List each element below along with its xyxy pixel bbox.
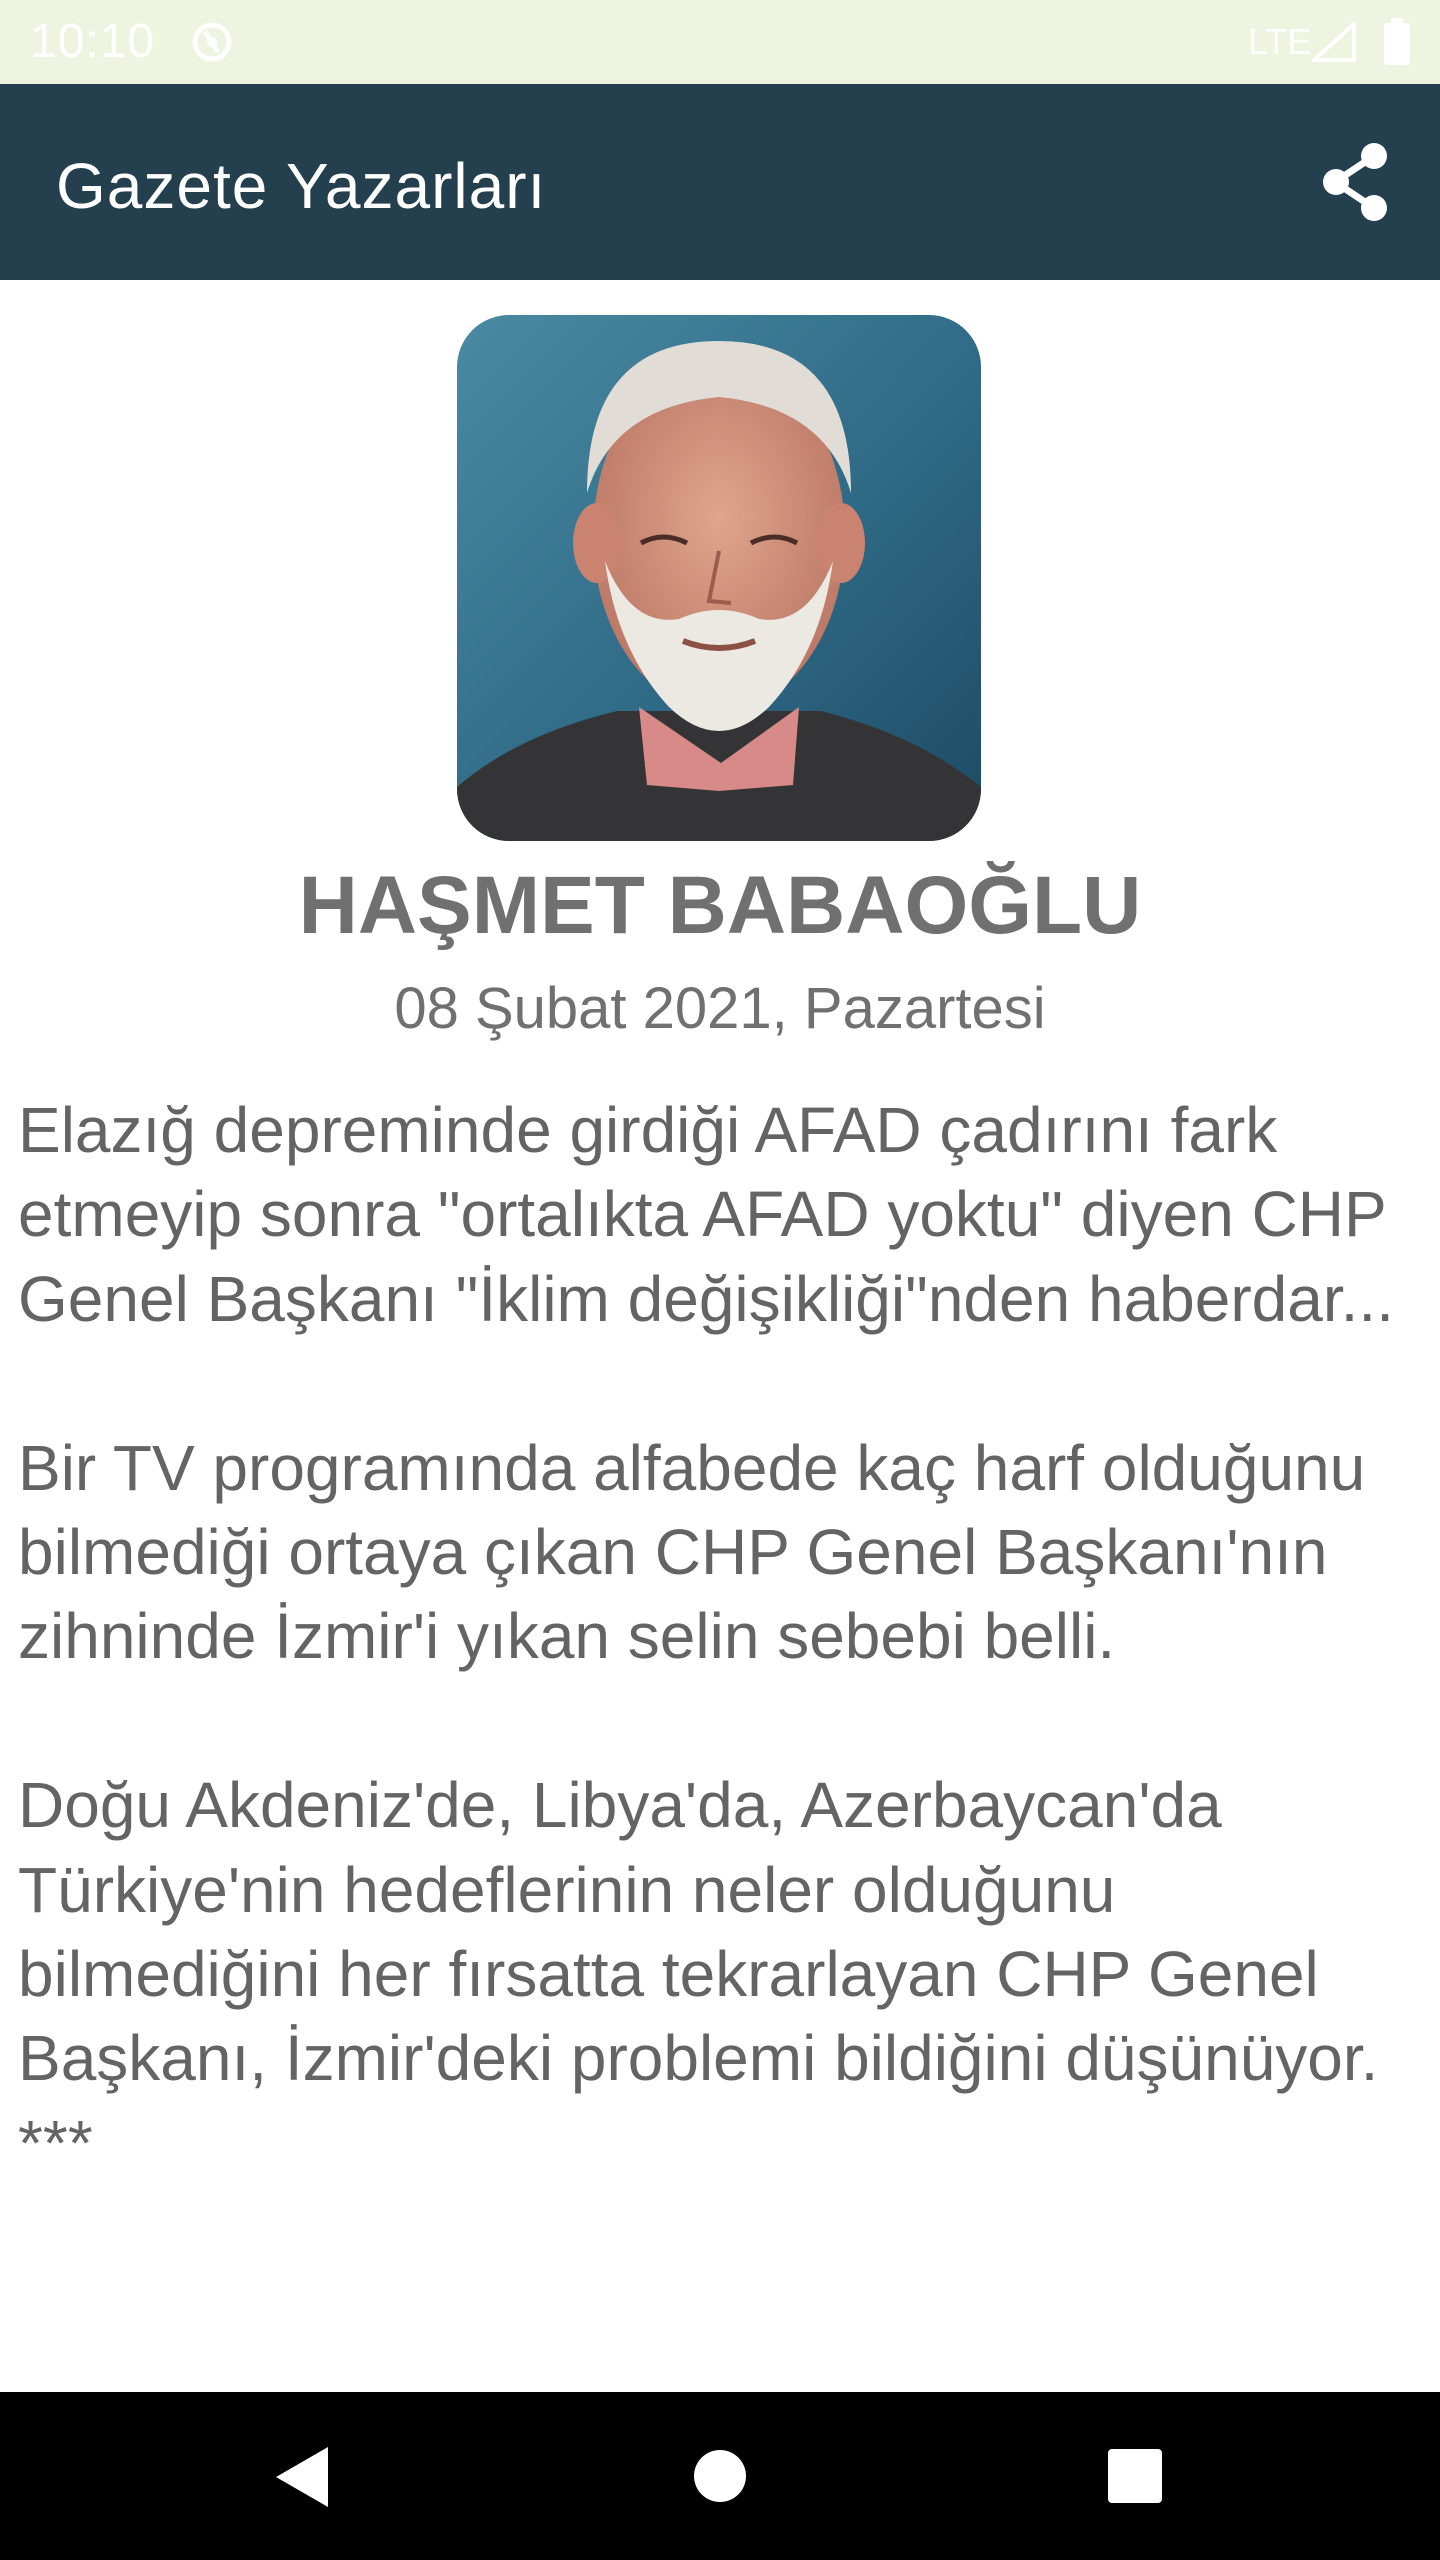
author-portrait [457,315,981,841]
status-bar: 10:10 LTE [0,0,1440,84]
navigation-bar [0,2392,1440,2560]
author-photo [457,315,981,841]
app-bar: Gazete Yazarları [0,84,1440,280]
recents-icon[interactable] [1106,2446,1164,2506]
back-icon[interactable] [272,2442,332,2512]
network-label: LTE [1248,21,1312,62]
article-content[interactable]: HAŞMET BABAOĞLU 08 Şubat 2021, Pazartesi… [0,280,1440,2392]
article-date: 08 Şubat 2021, Pazartesi [394,976,1046,1041]
share-button[interactable] [1316,140,1396,224]
status-time: 10:10 [30,15,156,68]
home-icon[interactable] [692,2444,748,2508]
signal-icon [1312,22,1356,62]
battery-icon [1384,18,1410,65]
article-body: Elazığ depreminde girdiği AFAD çadırını … [18,1094,1394,2179]
sync-icon [192,22,232,62]
share-icon [1323,143,1387,221]
author-name: HAŞMET BABAOĞLU [298,860,1142,951]
app-title: Gazete Yazarları [56,150,547,222]
